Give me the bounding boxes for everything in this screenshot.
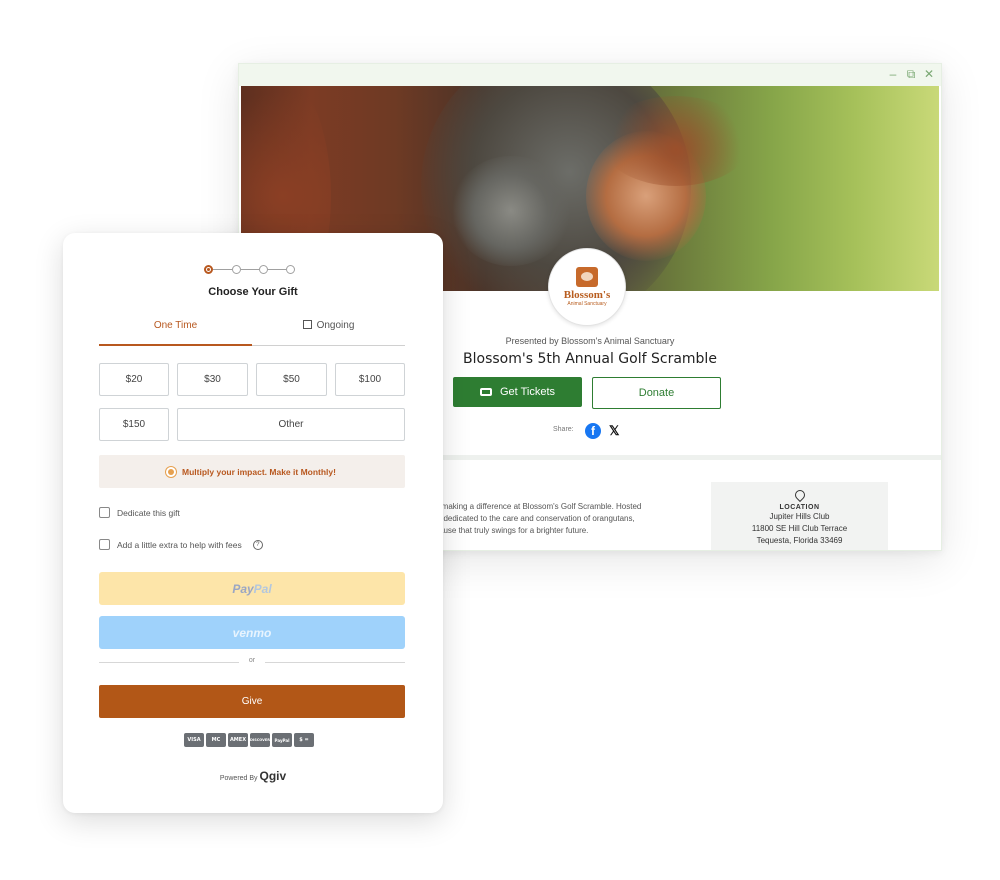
paypal-button[interactable]: Pay Pal (99, 572, 405, 605)
amount-button-100[interactable]: $100 (335, 363, 405, 396)
location-address: 11800 SE Hill Club Terrace (751, 524, 848, 533)
paypal-logo-part2: Pal (253, 581, 272, 596)
donate-button[interactable]: Donate (592, 377, 721, 409)
dedicate-gift-checkbox[interactable] (99, 507, 110, 518)
tab-one-time-label: One Time (153, 320, 198, 331)
ticket-icon (479, 388, 492, 396)
give-button[interactable]: Give (99, 685, 405, 718)
step-dot-2 (232, 265, 241, 274)
close-icon[interactable]: ✕ (923, 67, 935, 81)
ach-card-icon: $ = (294, 733, 314, 747)
calendar-icon (302, 320, 312, 329)
location-city: Tequesta, Florida 33469 (756, 536, 843, 545)
cover-fees-row: Add a little extra to help with fees ? (99, 539, 263, 550)
step-connector (241, 269, 259, 270)
help-icon[interactable]: ? (252, 539, 263, 550)
org-logo-subtitle: Animal Sanctuary (567, 300, 607, 307)
location-box: LOCATION Jupiter Hills Club 11800 SE Hil… (711, 482, 888, 550)
event-description-line: cause that truly swings for a brighter f… (435, 526, 589, 535)
minimize-icon[interactable]: – (887, 67, 899, 81)
venmo-button[interactable]: venmo (99, 616, 405, 649)
get-tickets-button[interactable]: Get Tickets (453, 377, 582, 407)
or-line-right (265, 662, 405, 663)
cover-fees-label: Add a little extra to help with fees (117, 539, 242, 550)
dedicate-gift-label: Dedicate this gift (117, 507, 180, 518)
event-description-line: d making a difference at Blossom's Golf … (435, 502, 642, 511)
step-connector (268, 269, 286, 270)
paypal-card-icon: PayPal (272, 733, 292, 747)
donation-form-card: Choose Your Gift One Time Ongoing $20 $3… (63, 233, 443, 813)
x-icon[interactable]: 𝕏 (609, 423, 619, 439)
location-label: LOCATION (779, 504, 820, 511)
discover-card-icon: DISCOVER (250, 733, 270, 747)
frequency-tabs: One Time Ongoing (99, 318, 405, 346)
tab-ongoing[interactable]: Ongoing (252, 318, 405, 344)
sun-icon (168, 468, 175, 475)
step-dot-1 (204, 265, 213, 274)
event-description: d making a difference at Blossom's Golf … (435, 501, 675, 537)
powered-by: Powered By Qgiv (63, 769, 443, 783)
paypal-logo-part1: Pay (232, 581, 254, 596)
location-venue: Jupiter Hills Club (769, 512, 830, 521)
location-pin-icon (792, 487, 807, 503)
or-line-left (99, 662, 239, 663)
amount-button-30[interactable]: $30 (177, 363, 248, 396)
amount-button-20[interactable]: $20 (99, 363, 169, 396)
accepted-payment-cards: VISA MC AMEX DISCOVER PayPal $ = (184, 733, 314, 747)
make-it-monthly-banner[interactable]: Multiply your impact. Make it Monthly! (99, 455, 405, 488)
monthly-banner-text: Multiply your impact. Make it Monthly! (182, 466, 336, 477)
qgiv-logo[interactable]: Qgiv (260, 769, 287, 783)
amount-button-50[interactable]: $50 (256, 363, 327, 396)
step-indicator (204, 265, 300, 277)
org-logo-mark (576, 266, 598, 287)
or-text: or (248, 657, 256, 664)
form-title: Choose Your Gift (208, 286, 298, 298)
step-dot-3 (259, 265, 268, 274)
tab-one-time[interactable]: One Time (99, 318, 252, 346)
cover-fees-checkbox[interactable] (99, 539, 110, 550)
powered-by-text: Powered By (219, 775, 258, 782)
amount-button-150[interactable]: $150 (99, 408, 169, 441)
org-logo-name: Blossom's (563, 288, 611, 301)
window-title-bar: – ⧉ ✕ (239, 64, 941, 86)
org-logo: Blossom's Animal Sanctuary (548, 248, 626, 326)
visa-card-icon: VISA (184, 733, 204, 747)
amount-button-other[interactable]: Other (177, 408, 405, 441)
amex-card-icon: AMEX (228, 733, 248, 747)
mastercard-card-icon: MC (206, 733, 226, 747)
dedicate-gift-row: Dedicate this gift (99, 507, 180, 518)
or-divider: or (99, 657, 405, 667)
share-label: Share: (553, 426, 574, 433)
step-connector (213, 269, 232, 270)
facebook-icon[interactable]: f (585, 423, 601, 439)
step-dot-4 (286, 265, 295, 274)
event-description-line: fit dedicated to the care and conservati… (435, 514, 635, 523)
get-tickets-label: Get Tickets (499, 386, 556, 398)
tab-ongoing-label: Ongoing (316, 320, 355, 331)
restore-icon[interactable]: ⧉ (905, 67, 917, 81)
